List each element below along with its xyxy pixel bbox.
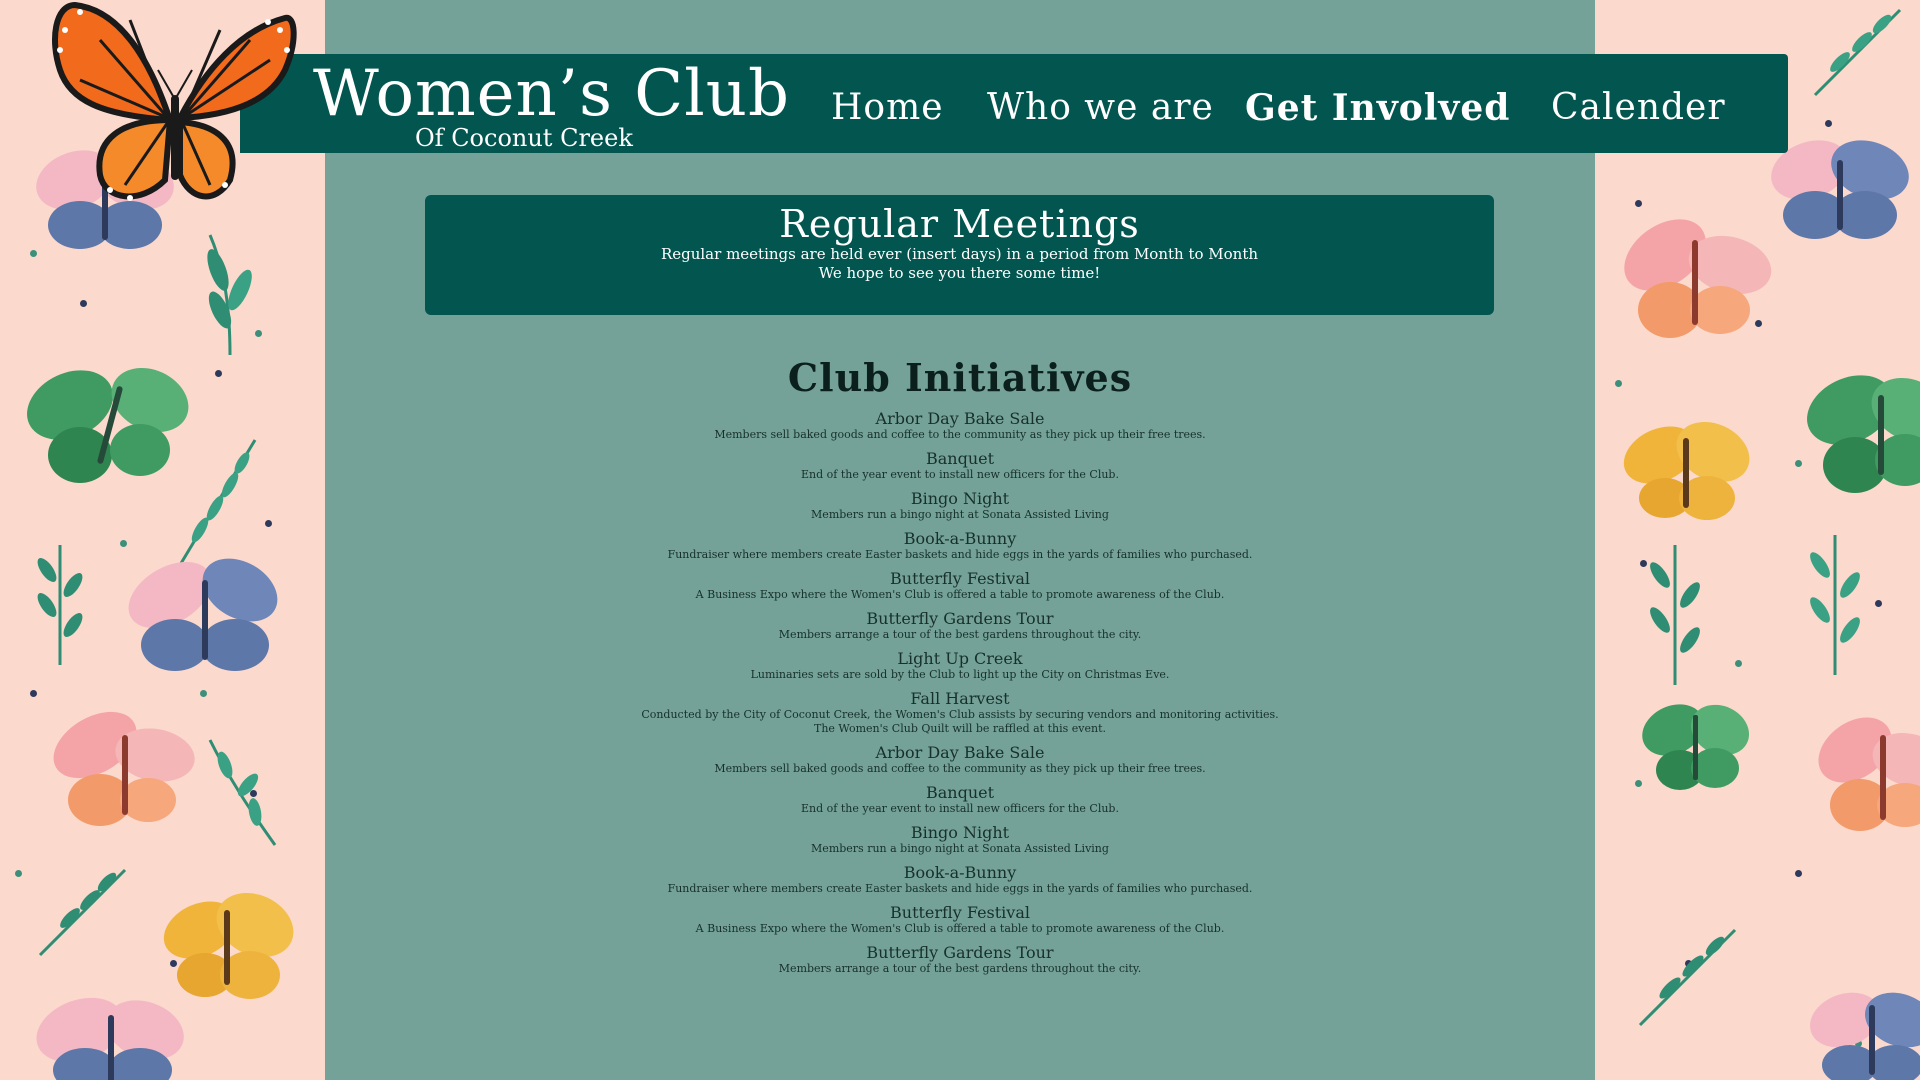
nav-get-involved[interactable]: Get Involved <box>1245 86 1510 130</box>
initiative-name: Butterfly Festival <box>890 903 1030 922</box>
initiative-name: Bingo Night <box>910 823 1010 842</box>
regular-meetings-title: Regular Meetings <box>779 202 1140 246</box>
initiative-description: Members sell baked goods and coffee to t… <box>714 762 1206 775</box>
leaf-sprig-icon <box>207 234 252 356</box>
club-initiatives-title: Club Initiatives <box>787 355 1133 400</box>
blue-butterfly-icon <box>128 558 278 671</box>
monarch-butterfly-logo-icon[interactable] <box>40 0 305 215</box>
initiative-item: Butterfly Festival A Business Expo where … <box>640 904 1280 936</box>
initiative-item: Book-a-Bunny Fundraiser where members cre… <box>640 530 1280 562</box>
pink-butterfly-icon <box>1624 219 1772 338</box>
initiative-name: Banquet <box>925 783 995 802</box>
site-title[interactable]: Women’s Club <box>313 56 790 132</box>
initiative-name: Book-a-Bunny <box>903 529 1017 548</box>
initiative-name: Butterfly Festival <box>890 569 1030 588</box>
initiative-description: Members sell baked goods and coffee to t… <box>714 428 1206 441</box>
pattern-dot <box>120 540 127 547</box>
initiative-description: Fundraiser where members create Easter b… <box>667 548 1253 561</box>
initiative-description: Members arrange a tour of the best garde… <box>778 962 1142 975</box>
initiative-description: A Business Expo where the Women's Club i… <box>695 588 1225 601</box>
pattern-dot <box>1795 870 1802 877</box>
nav-home[interactable]: Home <box>831 86 944 130</box>
regular-meetings-line-1: Regular meetings are held ever (insert d… <box>660 245 1259 263</box>
initiative-item: Butterfly Festival A Business Expo where … <box>640 570 1280 602</box>
initiative-item: Light Up Creek Luminaries sets are sold b… <box>640 650 1280 682</box>
green-butterfly-icon <box>1807 375 1920 493</box>
pink-butterfly-icon <box>53 711 195 826</box>
pattern-dot <box>80 300 87 307</box>
leaf-sprig-icon <box>37 545 83 665</box>
initiative-name: Fall Harvest <box>910 689 1010 708</box>
initiative-name: Butterfly Gardens Tour <box>866 943 1054 962</box>
initiative-item: Banquet End of the year event to install … <box>640 450 1280 482</box>
pattern-dot <box>200 690 207 697</box>
yellow-butterfly-icon <box>1623 421 1750 520</box>
pattern-dot <box>215 370 222 377</box>
initiative-description: Conducted by the City of Coconut Creek, … <box>641 708 1279 735</box>
initiative-item: Book-a-Bunny Fundraiser where members cre… <box>640 864 1280 896</box>
pink-butterfly-icon <box>1818 717 1920 831</box>
blue-butterfly-icon <box>1810 992 1920 1080</box>
initiative-description: End of the year event to install new off… <box>801 468 1119 481</box>
initiative-description: Members arrange a tour of the best garde… <box>778 628 1142 641</box>
initiative-description: End of the year event to install new off… <box>801 802 1119 815</box>
initiative-name: Butterfly Gardens Tour <box>866 609 1054 628</box>
initiative-description: Members run a bingo night at Sonata Assi… <box>811 842 1109 855</box>
initiative-item: Butterfly Gardens Tour Members arrange a … <box>640 610 1280 642</box>
initiative-description: Members run a bingo night at Sonata Assi… <box>811 508 1109 521</box>
initiative-item: Banquet End of the year event to install … <box>640 784 1280 816</box>
initiative-description: Fundraiser where members create Easter b… <box>667 882 1253 895</box>
leaf-sprig-icon <box>38 868 127 957</box>
initiative-name: Arbor Day Bake Sale <box>875 409 1045 428</box>
pattern-dot <box>1615 380 1622 387</box>
initiative-item: Bingo Night Members run a bingo night at … <box>640 824 1280 856</box>
initiative-item: Arbor Day Bake Sale Members sell baked go… <box>640 410 1280 442</box>
leaf-sprig-icon <box>1650 545 1700 685</box>
initiatives-list: Arbor Day Bake Sale Members sell baked go… <box>325 410 1595 984</box>
leaf-sprig-icon <box>208 739 277 846</box>
leaf-sprig-icon <box>1638 928 1737 1027</box>
initiative-name: Banquet <box>925 449 995 468</box>
site-subtitle: Of Coconut Creek <box>415 124 633 152</box>
pattern-dot <box>1825 120 1832 127</box>
initiative-item: Arbor Day Bake Sale Members sell baked go… <box>640 744 1280 776</box>
regular-meetings-line-2: We hope to see you there some time! <box>818 264 1101 282</box>
initiative-description: Luminaries sets are sold by the Club to … <box>750 668 1170 681</box>
initiative-item: Bingo Night Members run a bingo night at … <box>640 490 1280 522</box>
pattern-dot <box>30 690 37 697</box>
blue-butterfly-icon <box>36 997 184 1080</box>
pattern-dot <box>1735 660 1742 667</box>
nav-who-we-are[interactable]: Who we are <box>987 86 1214 130</box>
initiative-name: Light Up Creek <box>897 649 1023 668</box>
green-butterfly-icon <box>1642 704 1750 790</box>
initiative-name: Book-a-Bunny <box>903 863 1017 882</box>
regular-meetings-panel: Regular Meetings Regular meetings are he… <box>425 195 1494 315</box>
initiative-name: Arbor Day Bake Sale <box>875 743 1045 762</box>
initiative-item: Butterfly Gardens Tour Members arrange a … <box>640 944 1280 976</box>
pattern-dot <box>15 870 22 877</box>
right-butterfly-pattern <box>1595 0 1920 1080</box>
leaf-sprig-icon <box>1813 8 1902 97</box>
pattern-dot <box>1875 600 1882 607</box>
green-butterfly-icon <box>27 367 189 483</box>
leaf-sprig-icon <box>1810 535 1860 675</box>
initiative-description: A Business Expo where the Women's Club i… <box>695 922 1225 935</box>
initiative-name: Bingo Night <box>910 489 1010 508</box>
nav-calender[interactable]: Calender <box>1551 86 1726 130</box>
initiative-item: Fall Harvest Conducted by the City of Coc… <box>640 690 1280 736</box>
